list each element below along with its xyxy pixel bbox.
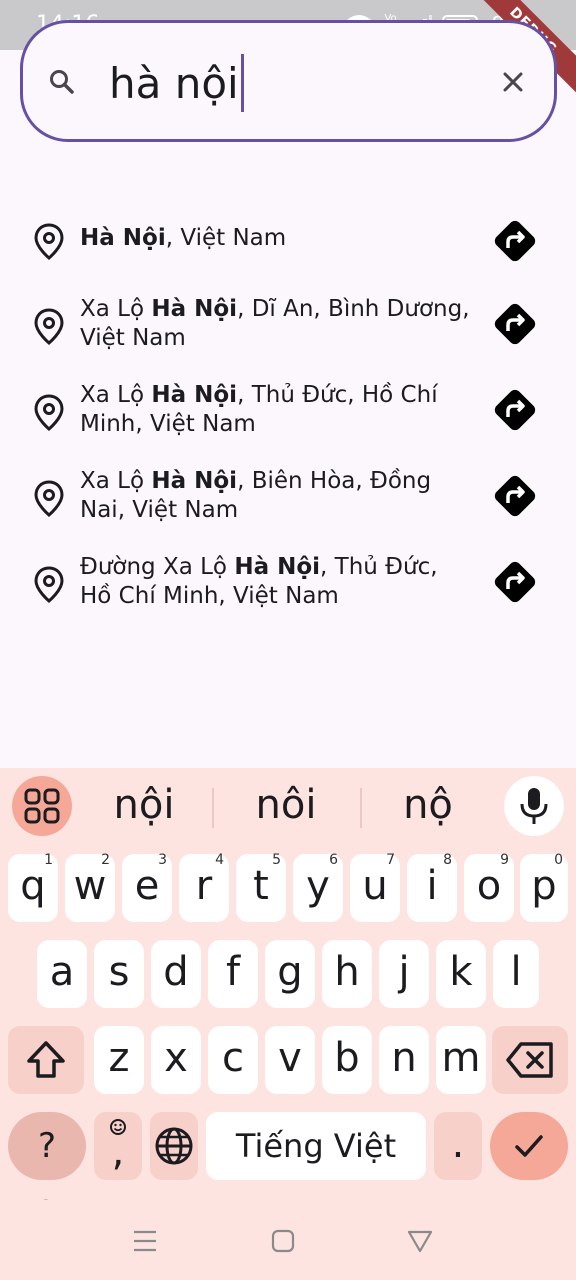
key-w[interactable]: w2 [65, 852, 115, 922]
result-item[interactable]: Xa Lộ Hà Nội, Thủ Đức, Hồ Chí Minh, Việt… [0, 381, 576, 461]
keyboard-menu-button[interactable] [12, 776, 72, 836]
directions-icon[interactable] [492, 387, 538, 433]
location-pin-icon [34, 480, 64, 517]
location-pin-icon [34, 394, 64, 431]
comma-key[interactable]: , [94, 1112, 142, 1180]
microphone-icon [520, 788, 548, 824]
key-m[interactable]: m [436, 1026, 486, 1094]
key-r[interactable]: r4 [179, 852, 229, 922]
backspace-key[interactable] [492, 1026, 568, 1094]
key-o[interactable]: o9 [464, 852, 514, 922]
text-cursor [240, 53, 244, 112]
directions-icon[interactable] [492, 473, 538, 519]
key-i[interactable]: i8 [407, 852, 457, 922]
search-icon [50, 70, 74, 94]
result-item[interactable]: Đường Xa Lộ Hà Nội, Thủ Đức, Hồ Chí Minh… [0, 553, 576, 633]
system-nav-bar [0, 1200, 576, 1280]
suggestion-divider [212, 788, 214, 828]
key-g[interactable]: g [265, 940, 315, 1008]
location-pin-icon [34, 308, 64, 345]
key-x[interactable]: x [151, 1026, 201, 1094]
result-text: Xa Lộ Hà Nội, Biên Hòa, Đồng Nai, Việt N… [80, 468, 432, 523]
search-input[interactable]: hà nội [109, 53, 244, 112]
language-key[interactable] [150, 1112, 198, 1180]
voice-input-button[interactable] [504, 776, 564, 836]
home-icon[interactable] [270, 1228, 296, 1254]
key-d[interactable]: d [151, 940, 201, 1008]
suggestion-2[interactable]: nôi [226, 782, 346, 828]
key-f[interactable]: f [208, 940, 258, 1008]
key-t[interactable]: t5 [236, 852, 286, 922]
directions-icon[interactable] [492, 218, 538, 264]
close-icon[interactable] [498, 67, 528, 97]
key-s[interactable]: s [94, 940, 144, 1008]
shift-key[interactable] [8, 1026, 84, 1094]
key-j[interactable]: j [379, 940, 429, 1008]
directions-icon[interactable] [492, 301, 538, 347]
period-key[interactable]: . [434, 1112, 482, 1180]
suggestion-3[interactable]: nộ [368, 782, 488, 828]
key-c[interactable]: c [208, 1026, 258, 1094]
key-l[interactable]: l [493, 940, 539, 1008]
space-bar[interactable]: Tiếng Việt [206, 1112, 426, 1180]
back-icon[interactable] [407, 1228, 433, 1254]
globe-icon [155, 1127, 193, 1165]
result-text: Xa Lộ Hà Nội, Dĩ An, Bình Dương, Việt Na… [80, 296, 470, 351]
enter-key[interactable] [490, 1112, 568, 1180]
result-item[interactable]: Xa Lộ Hà Nội, Dĩ An, Bình Dương, Việt Na… [0, 295, 576, 375]
key-y[interactable]: y6 [293, 852, 343, 922]
result-item[interactable]: Hà Nội, Việt Nam [0, 220, 576, 300]
suggestion-1[interactable]: nội [84, 782, 204, 828]
key-h[interactable]: h [322, 940, 372, 1008]
backspace-icon [506, 1042, 553, 1078]
apps-grid-icon [24, 788, 60, 824]
numbers-key[interactable]: ?123 [8, 1112, 86, 1234]
key-q[interactable]: q1 [8, 852, 58, 922]
suggestion-divider [360, 788, 362, 828]
search-field[interactable]: hà nội [20, 20, 557, 142]
result-text: Xa Lộ Hà Nội, Thủ Đức, Hồ Chí Minh, Việt… [80, 382, 438, 437]
key-a[interactable]: a [37, 940, 87, 1008]
result-text: Đường Xa Lộ Hà Nội, Thủ Đức, Hồ Chí Minh… [80, 554, 438, 609]
key-n[interactable]: n [379, 1026, 429, 1094]
result-item[interactable]: Xa Lộ Hà Nội, Biên Hòa, Đồng Nai, Việt N… [0, 467, 576, 547]
key-k[interactable]: k [436, 940, 486, 1008]
check-icon [515, 1135, 543, 1157]
directions-icon[interactable] [492, 559, 538, 605]
key-e[interactable]: e3 [122, 852, 172, 922]
key-u[interactable]: u7 [350, 852, 400, 922]
key-v[interactable]: v [265, 1026, 315, 1094]
search-query: hà nội [109, 59, 239, 108]
location-pin-icon [34, 223, 64, 260]
key-b[interactable]: b [322, 1026, 372, 1094]
shift-icon [27, 1041, 65, 1078]
result-text: Hà Nội, Việt Nam [80, 225, 287, 251]
key-z[interactable]: z [94, 1026, 144, 1094]
recent-apps-icon[interactable] [132, 1228, 158, 1254]
key-p[interactable]: p0 [520, 852, 568, 922]
location-pin-icon [34, 566, 64, 603]
